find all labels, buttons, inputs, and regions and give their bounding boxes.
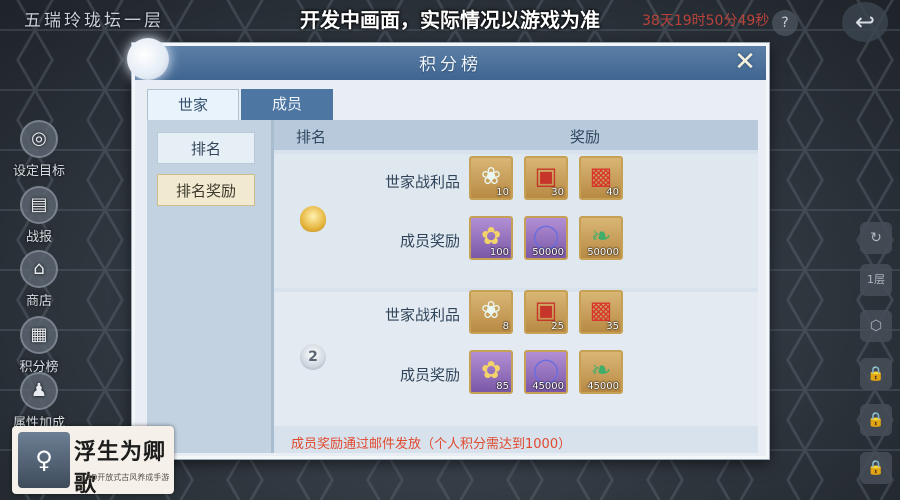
rank-1-medal-icon	[300, 206, 326, 232]
table-header: 排名 奖励	[274, 120, 758, 150]
item-quantity: 30	[551, 187, 564, 198]
lock-icon: 🔒	[860, 358, 892, 390]
side-menu-attribute[interactable]: ♟ 属性加成	[4, 372, 74, 431]
lotus-item-icon[interactable]: ❀ 8	[469, 290, 513, 334]
item-quantity: 45000	[587, 381, 619, 392]
item-quantity: 35	[606, 321, 619, 332]
side-menu-label: 设定目标	[12, 164, 65, 179]
table-row: 2 世家战利品 ❀ 8 ▣ 25 ▩ 35 成员奖励 ✿ 85 ◯ 45000 …	[274, 290, 758, 426]
rank-button[interactable]: 排名	[157, 132, 255, 164]
red-chest-item-icon[interactable]: ▩ 40	[579, 156, 623, 200]
group-label: 世家战利品	[384, 306, 460, 324]
golden-flower-item-icon[interactable]: ✿ 85	[469, 350, 513, 394]
lock-icon: 🔒	[860, 452, 892, 484]
modal-title: 积分榜	[419, 55, 482, 75]
red-chest-item-icon[interactable]: ▩ 35	[579, 290, 623, 334]
item-quantity: 50000	[532, 247, 564, 258]
lotus-item-icon[interactable]: ❀ 10	[469, 156, 513, 200]
tab-family[interactable]: 世家	[147, 89, 239, 120]
report-icon: ▤	[20, 186, 58, 224]
lock-icon: 🔒	[860, 404, 892, 436]
attribute-icon: ♟	[20, 372, 58, 410]
side-menu-label: 战报	[25, 230, 52, 245]
character-portrait-icon: ♀	[18, 432, 70, 488]
game-logo: ♀ 浮生为卿歌 —3D开放式古风养成手游—	[12, 426, 174, 497]
rank-reward-button[interactable]: 排名奖励	[157, 174, 255, 206]
close-button[interactable]: ✕	[730, 48, 760, 78]
red-box-item-icon[interactable]: ▣ 25	[524, 290, 568, 334]
floor-indicator[interactable]: 1层	[860, 264, 892, 296]
hex-slot-icon[interactable]: ⬡	[860, 310, 892, 342]
mail-delivery-note: 成员奖励通过邮件发放（个人积分需达到1000）	[291, 437, 572, 452]
item-quantity: 10	[496, 187, 509, 198]
header-rank: 排名	[296, 128, 327, 146]
game-logo-tagline: —3D开放式古风养成手游—	[78, 473, 170, 492]
group-label: 成员奖励	[399, 366, 460, 384]
left-nav-panel: 排名 排名奖励	[147, 120, 271, 453]
item-quantity: 8	[502, 321, 509, 332]
green-gourd-item-icon[interactable]: ❧ 50000	[579, 216, 623, 260]
item-quantity: 25	[551, 321, 564, 332]
target-icon: ◎	[20, 120, 58, 158]
side-menu-label: 商店	[25, 294, 52, 309]
side-menu-shop[interactable]: ⌂ 商店	[4, 250, 74, 309]
modal-header: 积分榜 ✕	[135, 46, 766, 80]
item-quantity: 40	[606, 187, 619, 198]
jade-ring-item-icon[interactable]: ◯ 50000	[524, 216, 568, 260]
header-reward: 奖励	[570, 128, 601, 146]
red-box-item-icon[interactable]: ▣ 30	[524, 156, 568, 200]
golden-flower-item-icon[interactable]: ✿ 100	[469, 216, 513, 260]
item-quantity: 50000	[587, 247, 619, 258]
green-gourd-item-icon[interactable]: ❧ 45000	[579, 350, 623, 394]
content-area: 排名 排名奖励 排名 奖励 世家战利品 ❀ 10 ▣ 30 ▩ 40 成员奖励 …	[147, 120, 758, 453]
side-menu-leaderboard[interactable]: ▦ 积分榜	[4, 316, 74, 375]
jade-ring-item-icon[interactable]: ◯ 45000	[524, 350, 568, 394]
shop-icon: ⌂	[20, 250, 58, 288]
tab-members[interactable]: 成员	[241, 89, 333, 120]
side-menu-target[interactable]: ◎ 设定目标	[4, 120, 74, 179]
dev-preview-banner: 开发中画面，实际情况以游戏为准	[300, 8, 600, 32]
refresh-icon[interactable]: ↻	[860, 222, 892, 254]
table-row: 世家战利品 ❀ 10 ▣ 30 ▩ 40 成员奖励 ✿ 100 ◯ 50000 …	[274, 154, 758, 288]
leaderboard-icon: ▦	[20, 316, 58, 354]
leaderboard-modal: 积分榜 ✕ 世家 成员 排名 排名奖励 排名 奖励 世家战利品 ❀ 10 ▣ 3…	[127, 38, 769, 459]
item-quantity: 45000	[532, 381, 564, 392]
reward-table: 排名 奖励 世家战利品 ❀ 10 ▣ 30 ▩ 40 成员奖励 ✿ 100 ◯ …	[274, 120, 758, 453]
side-menu-report[interactable]: ▤ 战报	[4, 186, 74, 245]
group-label: 成员奖励	[399, 232, 460, 250]
group-label: 世家战利品	[384, 173, 460, 191]
moon-ornament-icon	[127, 38, 169, 80]
item-quantity: 100	[489, 247, 509, 258]
item-quantity: 85	[496, 381, 509, 392]
